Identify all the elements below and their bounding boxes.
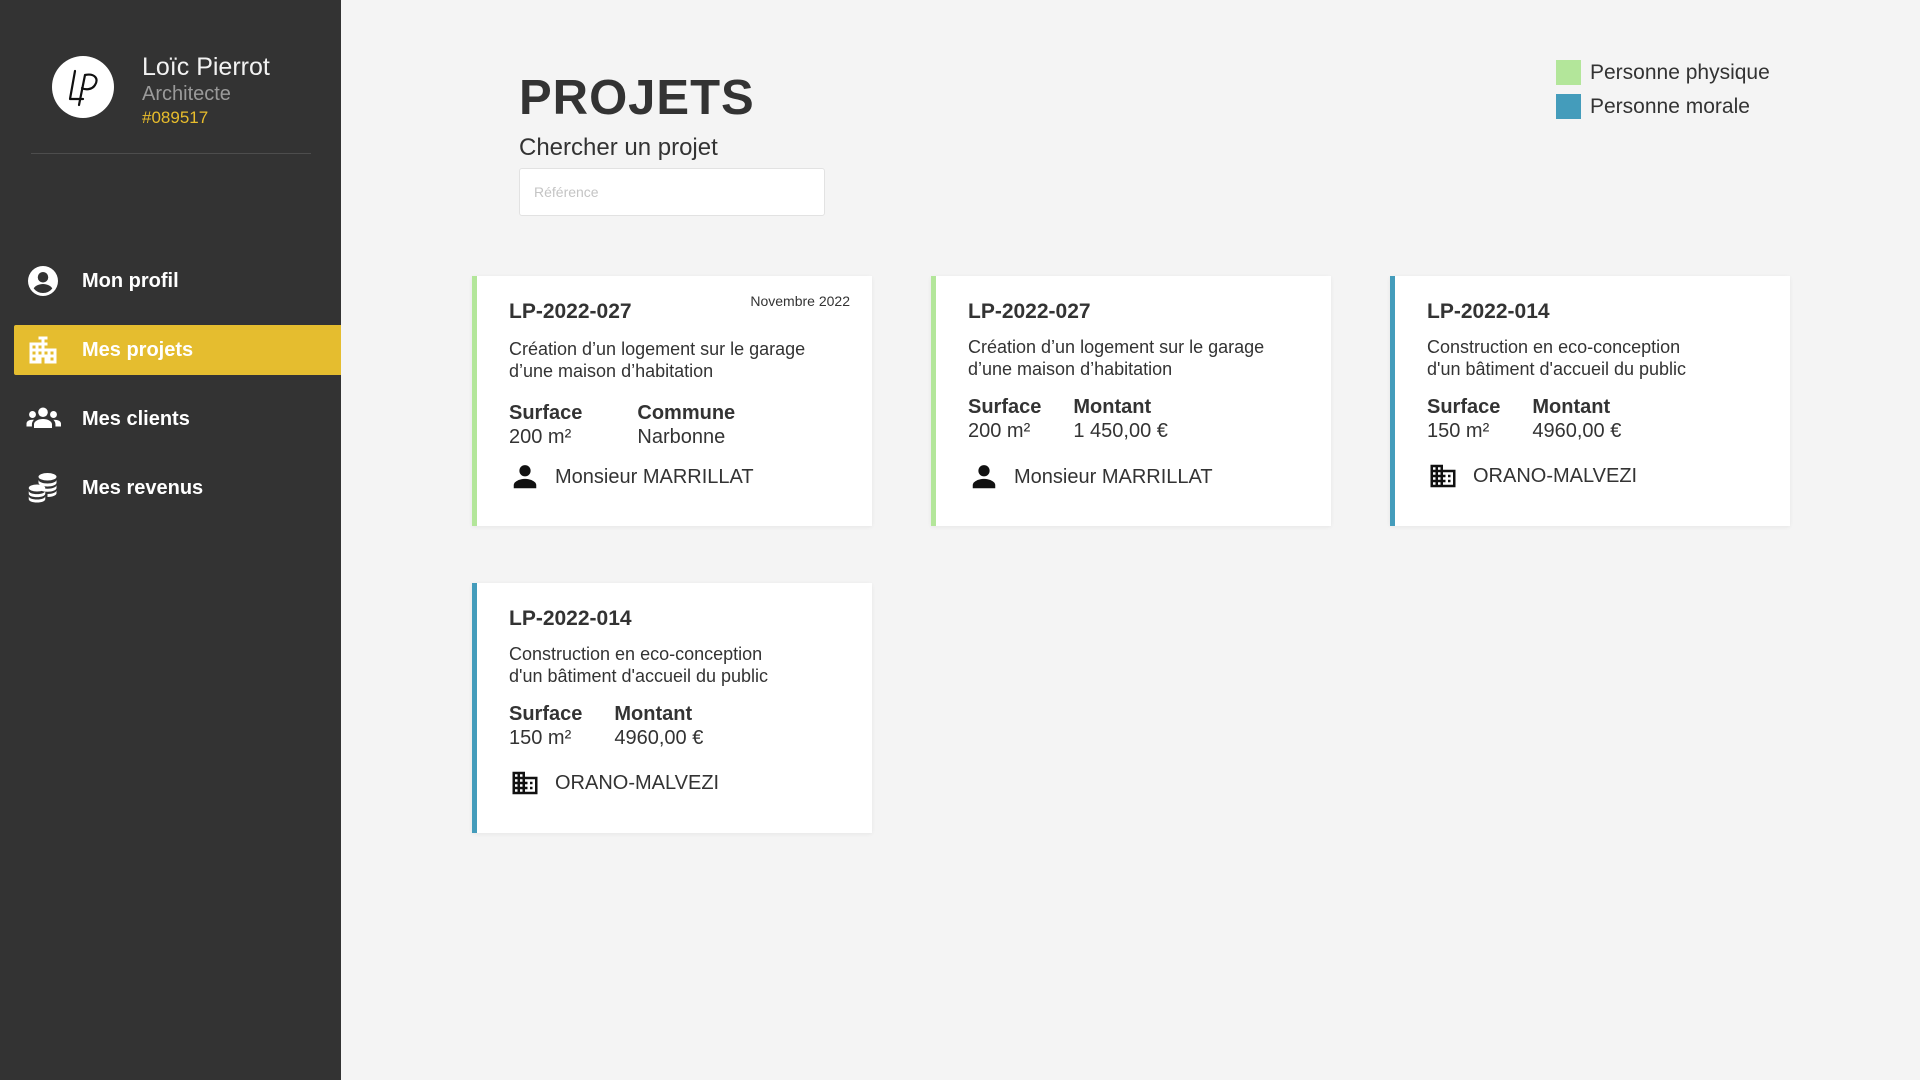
stat-montant: Montant 1 450,00 € <box>1073 395 1168 443</box>
person-icon <box>968 461 1000 493</box>
stat-label: Commune <box>637 402 736 424</box>
legend-label: Personne physique <box>1590 60 1770 84</box>
stat-value: 200 m² <box>968 420 1031 442</box>
description-line: Construction en eco-conception <box>509 644 763 664</box>
nav-item-mon-profil[interactable]: Mon profil <box>14 256 341 306</box>
buildings-icon <box>24 331 62 369</box>
legend-swatch-physique <box>1556 60 1581 85</box>
legend-item-physique: Personne physique <box>1556 60 1770 85</box>
client-name: ORANO-MALVEZI <box>1473 464 1638 487</box>
project-description: Construction en eco-conception d'un bâti… <box>1427 336 1777 380</box>
nav-item-mes-clients[interactable]: Mes clients <box>14 394 341 444</box>
client-name: Monsieur MARRILLAT <box>1014 465 1213 488</box>
nav-label: Mes projets <box>82 338 194 361</box>
sidebar-nav: Mon profil Mes projets Mes clients Mes r… <box>14 256 341 532</box>
main-content: PROJETS Chercher un projet Personne phys… <box>341 0 1920 1080</box>
building-icon <box>509 767 541 799</box>
lp-monogram-icon <box>68 69 98 107</box>
legend-label: Personne morale <box>1590 94 1750 118</box>
stat-label: Surface <box>509 402 583 424</box>
project-client: ORANO-MALVEZI <box>509 767 719 799</box>
project-reference: LP-2022-014 <box>509 607 632 630</box>
person-icon <box>509 461 541 493</box>
stat-surface: Surface 200 m² <box>509 401 582 449</box>
project-reference: LP-2022-014 <box>1427 300 1550 323</box>
stat-surface: Surface 200 m² <box>968 395 1041 443</box>
nav-label: Mes clients <box>82 407 190 430</box>
search-label: Chercher un projet <box>519 134 718 161</box>
stat-label: Montant <box>1073 396 1152 418</box>
nav-item-mes-projets[interactable]: Mes projets <box>14 325 341 375</box>
client-name: ORANO-MALVEZI <box>555 771 720 794</box>
building-icon <box>1427 460 1459 492</box>
project-card[interactable]: LP-2022-027 Novembre 2022 Création d’un … <box>472 276 872 526</box>
project-card[interactable]: LP-2022-014 Construction en eco-concepti… <box>1390 276 1790 526</box>
stat-label: Montant <box>1532 396 1611 418</box>
stat-value: 150 m² <box>509 727 572 749</box>
people-icon <box>24 400 62 438</box>
project-reference: LP-2022-027 <box>968 300 1091 323</box>
search-input[interactable] <box>519 168 825 216</box>
project-card[interactable]: LP-2022-014 Construction en eco-concepti… <box>472 583 872 833</box>
stat-label: Surface <box>1427 396 1501 418</box>
lp-logo <box>52 56 114 118</box>
project-description: Création d’un logement sur le garage d’u… <box>968 336 1318 380</box>
nav-label: Mon profil <box>82 269 179 292</box>
project-client: Monsieur MARRILLAT <box>968 461 1213 493</box>
stat-value: 4960,00 € <box>1532 420 1622 442</box>
client-name: Monsieur MARRILLAT <box>555 465 754 488</box>
project-description: Construction en eco-conception d'un bâti… <box>509 643 859 687</box>
stat-surface: Surface 150 m² <box>1427 395 1500 443</box>
project-client: ORANO-MALVEZI <box>1427 460 1637 492</box>
description-line: d'un bâtiment d'accueil du public <box>509 666 769 686</box>
description-line: Création d’un logement sur le garage <box>509 339 806 359</box>
project-stats: Surface 200 m² Montant 1 450,00 € <box>968 395 1200 443</box>
legend-item-morale: Personne morale <box>1556 94 1770 119</box>
sidebar: Loïc Pierrot Architecte #089517 Mon prof… <box>0 0 341 1080</box>
description-line: Création d’un logement sur le garage <box>968 337 1265 357</box>
project-stats: Surface 150 m² Montant 4960,00 € <box>1427 395 1653 443</box>
description-line: d’une maison d’habitation <box>968 359 1173 379</box>
profile-name: Loïc Pierrot <box>142 53 270 81</box>
page-title: PROJETS <box>519 71 755 125</box>
nav-item-mes-revenus[interactable]: Mes revenus <box>14 463 341 513</box>
stat-value: 4960,00 € <box>614 727 704 749</box>
nav-label: Mes revenus <box>82 476 204 499</box>
project-reference: LP-2022-027 <box>509 300 632 323</box>
description-line: d’une maison d’habitation <box>509 361 714 381</box>
project-client: Monsieur MARRILLAT <box>509 461 754 493</box>
stat-value: 150 m² <box>1427 420 1490 442</box>
project-description: Création d’un logement sur le garage d’u… <box>509 338 859 382</box>
user-circle-icon <box>24 262 62 300</box>
profile-block: Loïc Pierrot Architecte #089517 <box>52 53 270 129</box>
project-stats: Surface 150 m² Montant 4960,00 € <box>509 702 735 750</box>
legend-swatch-morale <box>1556 94 1581 119</box>
project-date: Novembre 2022 <box>750 293 850 309</box>
stat-value: 200 m² <box>509 426 572 448</box>
coins-icon <box>24 469 62 507</box>
stat-label: Surface <box>509 703 583 725</box>
stat-value: Narbonne <box>637 426 726 448</box>
stat-surface: Surface 150 m² <box>509 702 582 750</box>
stat-value: 1 450,00 € <box>1073 420 1168 442</box>
description-line: Construction en eco-conception <box>1427 337 1681 357</box>
stat-montant: Montant 4960,00 € <box>614 702 703 750</box>
sidebar-divider <box>31 153 311 154</box>
stat-label: Montant <box>614 703 693 725</box>
legend: Personne physique Personne morale <box>1556 60 1770 128</box>
description-line: d'un bâtiment d'accueil du public <box>1427 359 1687 379</box>
profile-id: #089517 <box>142 108 209 127</box>
project-stats: Surface 200 m² Commune Narbonne <box>509 401 767 449</box>
stat-label: Surface <box>968 396 1042 418</box>
profile-role: Architecte <box>142 83 231 105</box>
stat-montant: Montant 4960,00 € <box>1532 395 1621 443</box>
project-card[interactable]: LP-2022-027 Création d’un logement sur l… <box>931 276 1331 526</box>
stat-commune: Commune Narbonne <box>637 401 735 449</box>
